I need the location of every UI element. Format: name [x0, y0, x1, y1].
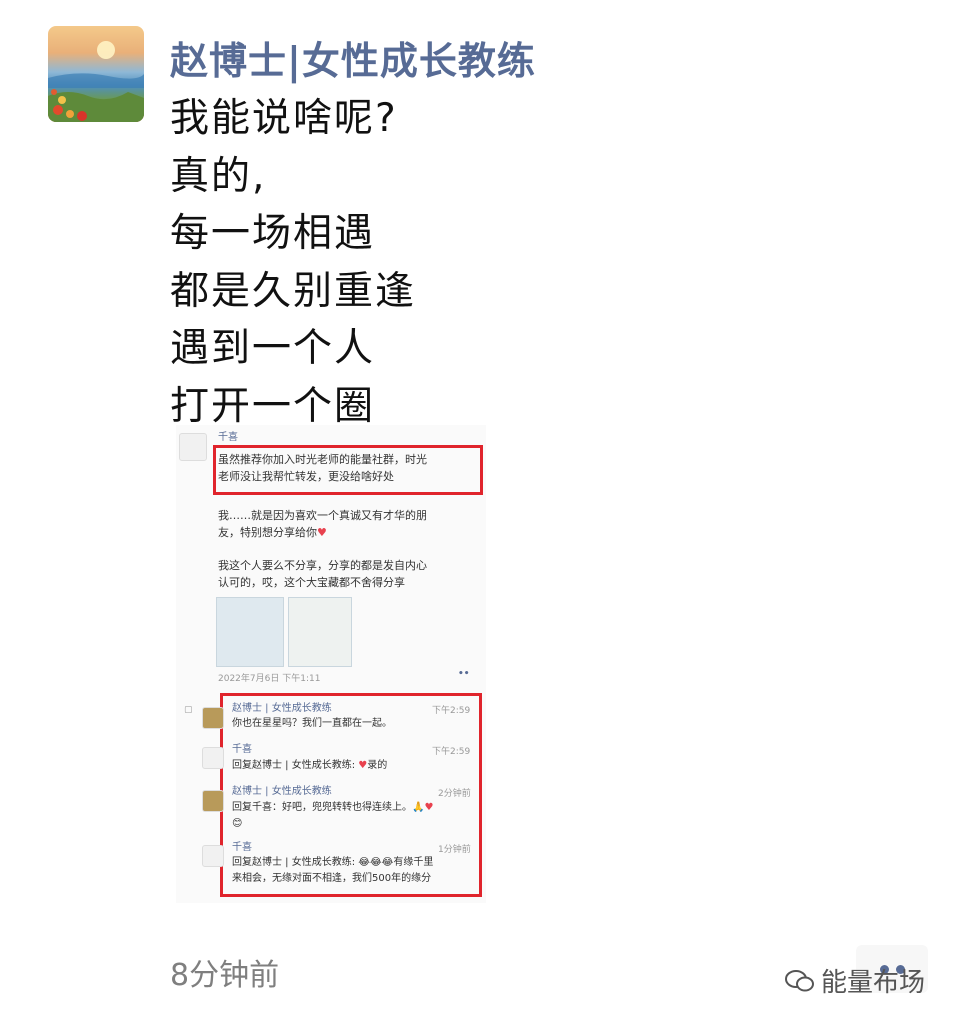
laugh-emoji-icon: 😂😂😂 — [358, 857, 394, 868]
message-line: 我这个人要么不分享，分享的都是发自内心 — [218, 559, 427, 572]
comment-name: 赵博士 | 女性成长教练 — [232, 786, 332, 797]
heart-icon: ♥ — [358, 760, 368, 771]
comment-text: 你也在星星吗？我们一直都在一起。 — [232, 718, 392, 729]
post-line: 遇到一个人 — [170, 326, 376, 371]
pray-icon: 🙏 — [412, 802, 425, 813]
post-timestamp: 8分钟前 — [170, 958, 280, 993]
highlight-line: 虽然推荐你加入时光老师的能量社群，时光 — [218, 453, 427, 466]
watermark: 能量布场 — [785, 962, 925, 999]
thumbnail-image — [288, 597, 352, 667]
comment-icon: ▢ — [184, 705, 193, 715]
post-line: 都是久别重逢 — [170, 268, 417, 314]
post-date: 2022年7月6日 下午1:11 — [218, 674, 321, 684]
message-line: 认可的，哎，这个大宝藏都不舍得分享 — [218, 576, 405, 589]
commenter-avatar — [202, 747, 224, 769]
heart-icon: ♥ — [317, 526, 327, 539]
emoji-icon: 😊 — [232, 818, 243, 829]
more-dots-icon: •• — [458, 669, 470, 679]
comment-text: 回复赵博士 | 女性成长教练: ♥录的 — [232, 760, 388, 771]
comment-text: 回复千喜：好吧，兜兜转转也得连续上。🙏♥ — [232, 802, 434, 813]
message-line: 友，特别想分享给你♥ — [218, 526, 327, 539]
commenter-avatar — [202, 790, 224, 812]
landscape-avatar-image — [48, 41, 144, 122]
comment-time: 2分钟前 — [438, 789, 471, 799]
post-image[interactable]: 千喜 虽然推荐你加入时光老师的能量社群，时光 老师没让我帮忙转发，更没给啥好处 … — [176, 425, 486, 903]
comment-text: 回复赵博士 | 女性成长教练: 😂😂😂有缘千里 — [232, 857, 434, 868]
heart-icon: ♥ — [424, 802, 434, 813]
wechat-icon — [785, 969, 814, 991]
post-line: 我能说啥呢? — [170, 96, 398, 141]
comment-text: 来相会，无缘对面不相逢，我们500年的缘分 — [232, 873, 432, 884]
sender-avatar — [179, 433, 207, 461]
comment-time: 1分钟前 — [438, 845, 471, 855]
highlight-line: 老师没让我帮忙转发，更没给啥好处 — [218, 470, 394, 483]
commenter-avatar — [202, 707, 224, 729]
commenter-avatar — [202, 845, 224, 867]
message-line: 我……就是因为喜欢一个真诚又有才华的朋 — [218, 509, 427, 522]
post-line: 每一场相遇 — [170, 211, 376, 256]
author-name[interactable]: 赵博士|女性成长教练 — [170, 30, 536, 85]
sender-name: 千喜 — [218, 432, 238, 443]
post-line: 真的, — [170, 153, 267, 199]
post-text: 我能说啥呢? 真的, 每一场相遇 都是久别重逢 遇到一个人 打开一个圈 — [170, 90, 416, 435]
comment-name: 千喜 — [232, 744, 252, 755]
comment-time: 下午2:59 — [432, 706, 471, 716]
thumbnail-image — [216, 597, 284, 667]
author-avatar[interactable] — [48, 26, 144, 122]
comment-time: 下午2:59 — [432, 747, 471, 757]
watermark-text: 能量布场 — [821, 968, 926, 998]
